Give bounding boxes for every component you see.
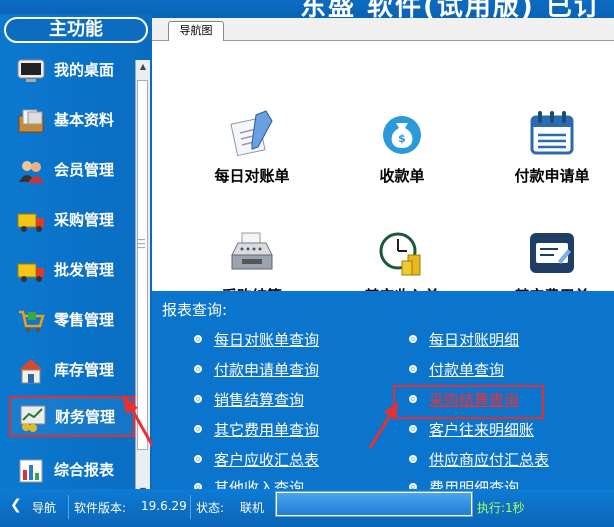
bullet-icon xyxy=(409,335,417,343)
version-value: 19.6.29 xyxy=(141,499,187,513)
bar-chart-icon xyxy=(19,459,43,483)
progress-bar xyxy=(275,491,473,517)
status-divider xyxy=(68,495,69,519)
sidebar-item-label: 采购管理 xyxy=(54,211,115,229)
sidebar-item-label: 零售管理 xyxy=(54,311,115,329)
cart-icon xyxy=(19,310,45,333)
card-icon xyxy=(530,233,574,273)
bullet-icon xyxy=(194,425,202,433)
window-title: 东盛 软件(试用版) 已订 xyxy=(300,0,602,18)
bullet-icon xyxy=(194,365,202,373)
users-icon xyxy=(19,161,44,183)
state-value: 联机 xyxy=(240,501,265,515)
bullet-icon xyxy=(409,425,417,433)
sidebar-item-inventory[interactable]: 库存管理 xyxy=(8,350,133,390)
sidebar-item-label: 批发管理 xyxy=(54,261,115,279)
calendar-icon xyxy=(530,111,574,155)
annotation-highlight-box xyxy=(393,385,544,419)
bullet-icon xyxy=(409,455,417,463)
sidebar-item-label: 我的桌面 xyxy=(54,61,115,79)
reconcile-icon xyxy=(230,110,273,157)
version-label: 软件版本: xyxy=(74,501,127,515)
documents-icon xyxy=(18,109,44,133)
sidebar-item-basic-data[interactable]: 基本资料 xyxy=(8,100,133,140)
sidebar-item-members[interactable]: 会员管理 xyxy=(8,150,133,190)
nav-label: 收款单 xyxy=(379,167,425,185)
sidebar-item-label: 综合报表 xyxy=(54,461,115,479)
annotation-arrow-link xyxy=(368,402,398,449)
house-icon xyxy=(19,359,43,384)
nav-icon-panel: 每日对账单 $ 收款单 付款申请单 xyxy=(152,41,614,305)
cash-register-icon xyxy=(231,232,273,270)
sidebar-item-label: 库存管理 xyxy=(54,361,115,379)
nav-toggle-label[interactable]: 导航 xyxy=(32,499,56,516)
sidebar-item-purchase[interactable]: 采购管理 xyxy=(8,200,133,240)
sidebar-item-wholesale[interactable]: 批发管理 xyxy=(8,250,133,290)
sidebar-item-retail[interactable]: 零售管理 xyxy=(8,300,133,340)
money-bag-icon: $ xyxy=(383,116,421,154)
bullet-icon xyxy=(194,395,202,403)
nav-label: 付款申请单 xyxy=(514,167,590,185)
status-bar: ❮ 导航 软件版本: 19.6.29 状态: 联机 执行:1秒 xyxy=(0,489,614,527)
nav-receipt[interactable]: $ 收款单 xyxy=(340,109,460,189)
tab-nav-map[interactable]: 导航图 xyxy=(168,21,224,41)
sidebar-item-reports[interactable]: 综合报表 xyxy=(8,450,133,490)
sidebar-item-desktop[interactable]: 我的桌面 xyxy=(8,50,133,90)
exec-time: 执行:1秒 xyxy=(477,501,525,515)
reports-panel: 报表查询: 每日对账单查询 每日对账明细 付款申请单查询 付款单查询 销售结算查… xyxy=(152,291,614,497)
bullet-icon xyxy=(194,455,202,463)
status-divider xyxy=(190,495,191,519)
truck-icon xyxy=(17,213,44,232)
reports-title: 报表查询: xyxy=(162,301,228,319)
sidebar-item-label: 会员管理 xyxy=(54,161,115,179)
sidebar-item-finance[interactable]: 财务管理 xyxy=(9,396,135,437)
nav-payment-request[interactable]: 付款申请单 xyxy=(490,109,610,189)
sidebar-header-label: 主功能 xyxy=(49,19,103,40)
clock-coins-icon xyxy=(379,232,421,276)
tab-bar: 导航图 xyxy=(152,18,614,41)
state-label: 状态: xyxy=(196,501,225,515)
bullet-icon xyxy=(194,335,202,343)
monitor-icon xyxy=(17,59,45,82)
svg-text:$: $ xyxy=(398,132,406,145)
chevron-left-icon[interactable]: ❮ xyxy=(10,497,22,513)
nav-label: 每日对账单 xyxy=(214,167,290,185)
progress-fill xyxy=(277,493,471,515)
nav-daily-reconcile[interactable]: 每日对账单 xyxy=(190,109,310,189)
sidebar-header: 主功能 xyxy=(4,17,148,43)
bullet-icon xyxy=(409,365,417,373)
truck-icon xyxy=(17,263,44,282)
sidebar-item-label: 财务管理 xyxy=(55,408,116,426)
finance-icon xyxy=(20,405,46,432)
grip-icon: — — — xyxy=(137,235,146,252)
sidebar-item-label: 基本资料 xyxy=(54,111,115,129)
scroll-up-icon[interactable]: ▲ xyxy=(138,62,148,72)
